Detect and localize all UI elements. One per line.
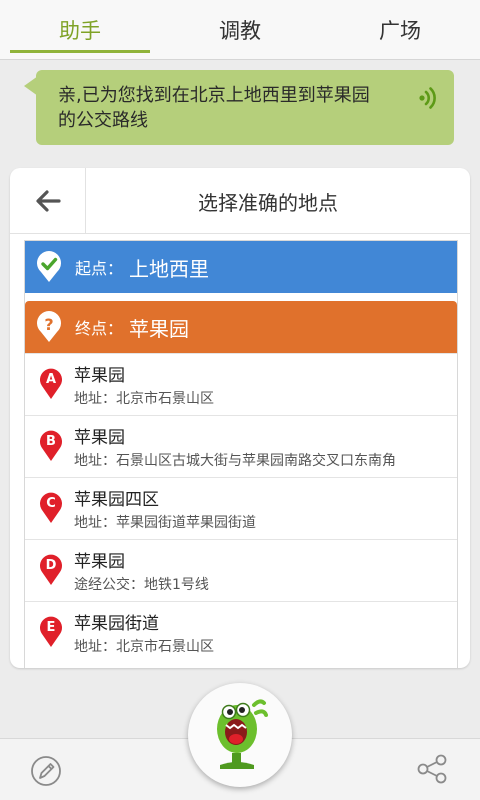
svg-text:C: C xyxy=(46,496,56,511)
result-name: 苹果园街道 xyxy=(74,614,159,634)
back-button[interactable] xyxy=(10,168,86,234)
question-pin-icon: ? xyxy=(37,311,62,342)
result-name: 苹果园 xyxy=(74,552,125,572)
card-title: 选择准确的地点 xyxy=(198,190,338,215)
start-value: 上地西里 xyxy=(129,256,210,281)
location-list: 起点： 上地西里 ? 终点： 苹果园 A 苹果园 地址：北京市石景山区 B 苹果… xyxy=(24,240,458,668)
result-name: 苹果园四区 xyxy=(74,490,159,510)
svg-text:A: A xyxy=(46,372,56,387)
svg-text:?: ? xyxy=(44,315,53,334)
result-detail: 地址：石景山区古城大街与苹果园南路交叉口东南角 xyxy=(74,453,396,469)
location-select-card: 选择准确的地点 起点： 上地西里 ? 终点： 苹果园 A 苹果园 地址：北京市石… xyxy=(10,168,470,668)
assistant-message-bubble: 亲,已为您找到在北京上地西里到苹果园 的公交路线 xyxy=(24,70,454,145)
result-detail: 途经公交：地铁1号线 xyxy=(74,577,209,593)
map-marker-b-icon: B xyxy=(40,430,62,461)
svg-text:E: E xyxy=(47,620,56,635)
sound-wave-icon[interactable] xyxy=(418,87,440,109)
result-item-a[interactable]: A 苹果园 地址：北京市石景山区 xyxy=(25,353,457,415)
result-item-c[interactable]: C 苹果园四区 地址：苹果园街道苹果园街道 xyxy=(25,477,457,539)
result-detail: 地址：北京市石景山区 xyxy=(74,639,214,655)
tab-assistant[interactable]: 助手 xyxy=(0,0,160,59)
map-marker-c-icon: C xyxy=(40,492,62,523)
result-detail: 地址：北京市石景山区 xyxy=(74,391,214,407)
result-item-d[interactable]: D 苹果园 途经公交：地铁1号线 xyxy=(25,539,457,601)
microphone-mascot-icon xyxy=(217,699,268,769)
bubble-line-2: 的公交路线 xyxy=(58,110,148,131)
voice-input-button[interactable] xyxy=(188,683,292,787)
share-icon[interactable] xyxy=(416,753,448,785)
result-detail: 地址：苹果园街道苹果园街道 xyxy=(74,515,256,531)
result-name: 苹果园 xyxy=(74,366,125,386)
start-point-bar[interactable]: 起点： 上地西里 xyxy=(25,241,457,293)
result-item-b[interactable]: B 苹果园 地址：石景山区古城大街与苹果园南路交叉口东南角 xyxy=(25,415,457,477)
result-name: 苹果园 xyxy=(74,428,125,448)
check-pin-icon xyxy=(37,251,62,282)
start-label: 起点： xyxy=(75,259,124,278)
map-marker-e-icon: E xyxy=(40,616,62,647)
svg-text:B: B xyxy=(46,434,56,449)
tab-square[interactable]: 广场 xyxy=(320,0,480,59)
map-marker-d-icon: D xyxy=(40,554,62,585)
result-item-e[interactable]: E 苹果园街道 地址：北京市石景山区 xyxy=(25,601,457,663)
pen-icon[interactable] xyxy=(30,755,62,787)
end-point-bar[interactable]: ? 终点： 苹果园 xyxy=(25,301,457,353)
end-value: 苹果园 xyxy=(129,316,190,341)
arrow-left-icon xyxy=(35,190,61,212)
card-header: 选择准确的地点 xyxy=(10,168,470,234)
bubble-line-1: 亲,已为您找到在北京上地西里到苹果园 xyxy=(58,85,370,106)
top-tab-bar: 助手 调教 广场 xyxy=(0,0,480,60)
svg-text:D: D xyxy=(46,558,57,573)
tab-training[interactable]: 调教 xyxy=(160,0,320,59)
end-label: 终点： xyxy=(75,319,124,338)
map-marker-a-icon: A xyxy=(40,368,62,399)
